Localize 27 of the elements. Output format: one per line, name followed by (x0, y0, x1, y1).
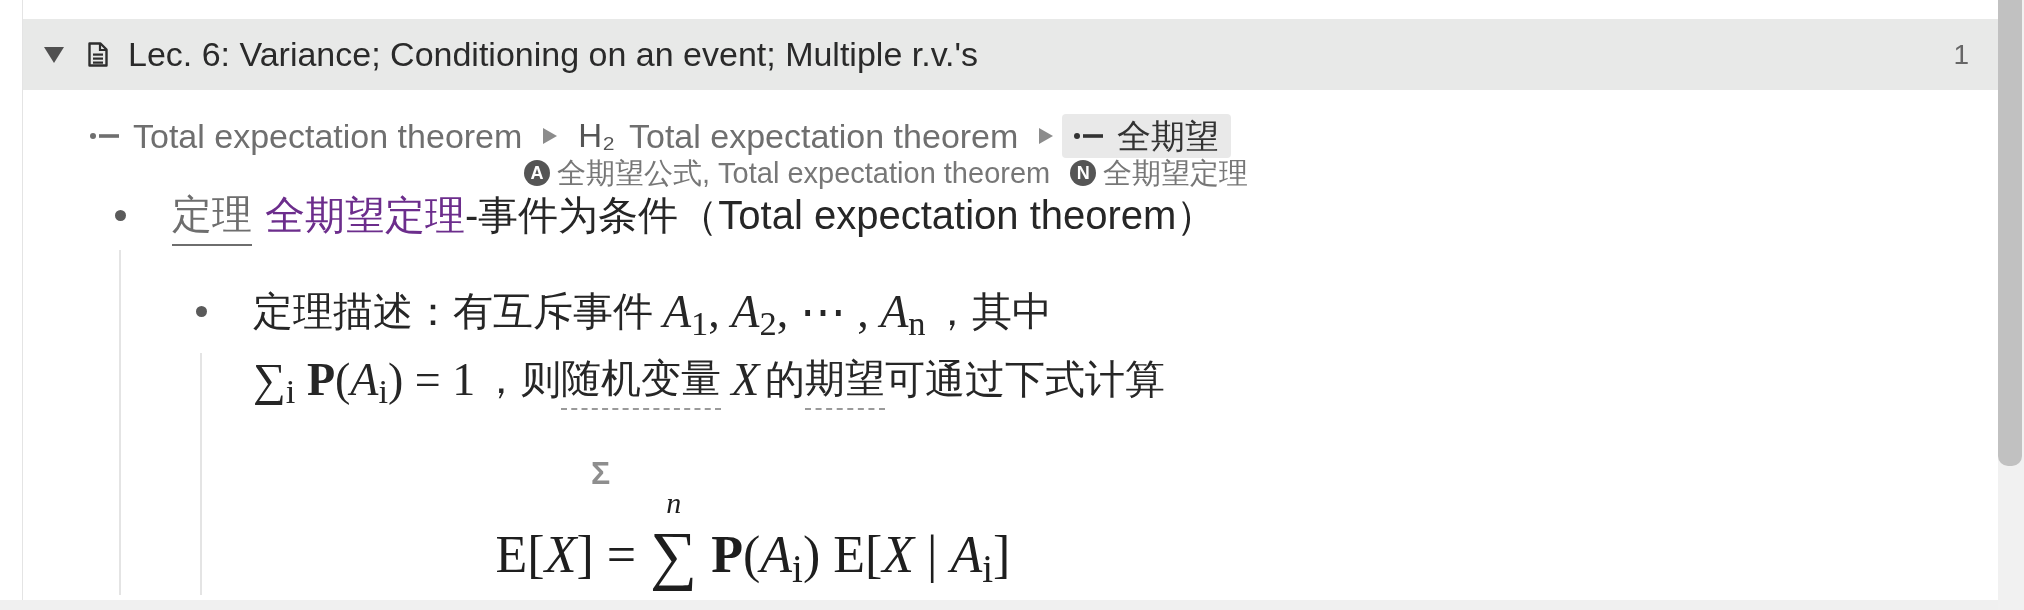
letter-badge: A (524, 160, 550, 186)
section-title: Lec. 6: Variance; Conditioning on an event; Multiple r.v.'s (128, 34, 979, 75)
tag-link[interactable]: 定理 (172, 184, 252, 246)
term-link[interactable]: 期望 (805, 348, 886, 410)
alias-text: 全期望公式, Total expectation theorem (557, 158, 1051, 188)
scrollbar-thumb[interactable] (1998, 0, 2022, 466)
breadcrumb-item[interactable]: Total expectation theorem (78, 114, 535, 158)
term-link[interactable]: 随机变量 (561, 348, 722, 410)
breadcrumb-item[interactable]: H₂ Total expectation theorem (566, 114, 1031, 158)
caret-right-icon (1039, 128, 1054, 144)
document-icon (88, 42, 108, 67)
letter-badge: N (1070, 160, 1097, 186)
page-link[interactable]: 全期望定理 (265, 185, 465, 245)
bullet-icon[interactable] (114, 209, 126, 221)
alias-text: 全期望定理 (1103, 158, 1249, 188)
breadcrumb-item[interactable]: 全期望 (1062, 114, 1232, 158)
list-icon (1074, 133, 1104, 139)
sigma-icon: Σ (591, 457, 611, 489)
list-icon (90, 133, 119, 139)
section-header[interactable]: Lec. 6: Variance; Conditioning on an event; Multiple r.v.'s 1 (23, 19, 1998, 90)
math-formula: E[X] = n ∑ P(A$_{i}$) E[X | A$_{i}$] (495, 491, 1011, 593)
caret-right-icon (543, 128, 558, 144)
bullet-icon[interactable] (195, 305, 207, 317)
scrollbar-track[interactable] (1998, 0, 2024, 610)
caret-down-icon[interactable] (44, 46, 64, 63)
count-label: 1 (1953, 37, 1969, 72)
block-text: 定理描述：有互斥事件 A$_{1}$, A$_{2}$, ⋯ , A$_{n}$，其中 ∑$_{i}$ P(A$_{i}$) = 1，则随机变量 X的期望可通过下式计算 (253, 284, 1167, 413)
